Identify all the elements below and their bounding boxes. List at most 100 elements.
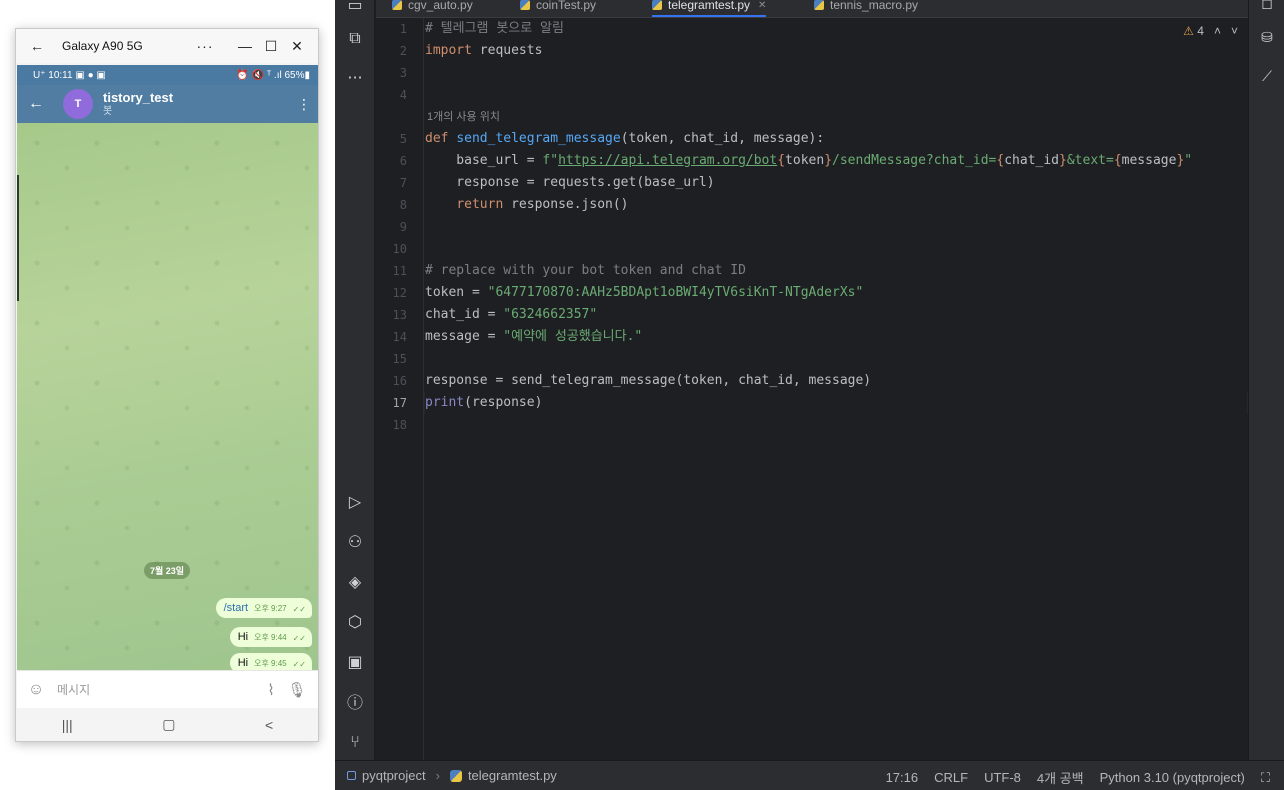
line-number: 10 bbox=[392, 242, 407, 256]
chevron-right-icon: › bbox=[435, 768, 440, 783]
python-interpreter[interactable]: Python 3.10 (pyqtproject) bbox=[1100, 770, 1245, 785]
line-number: 6 bbox=[399, 154, 407, 168]
message-text[interactable]: /start bbox=[224, 602, 248, 614]
code-line[interactable]: token = "6477170870:AAHz5BDApt1oBWI4yTV6… bbox=[425, 282, 863, 304]
tab-cgv-auto[interactable]: cgv_auto.py bbox=[392, 0, 473, 17]
status-left: U⁺ 10:11 ▣ ● ▣ bbox=[33, 69, 106, 81]
tab-telegramtest[interactable]: telegramtest.py ✕ bbox=[652, 0, 767, 17]
screen: ← Galaxy A90 5G ··· — ☐ ✕ U⁺ 10:11 ▣ ● ▣… bbox=[0, 0, 1284, 790]
inspection-widget[interactable]: ⚠ 4 ˄ ˅ bbox=[1183, 24, 1238, 38]
line-number: 18 bbox=[392, 418, 407, 432]
chevron-up-icon[interactable]: ˄ bbox=[1214, 24, 1221, 38]
sciview-icon[interactable]: ⟋ bbox=[1255, 65, 1279, 89]
code-line[interactable]: # replace with your bot token and chat I… bbox=[425, 260, 746, 282]
microphone-icon[interactable]: 🎙 bbox=[284, 681, 310, 699]
lock-icon[interactable]: ⛶ bbox=[1261, 770, 1270, 786]
terminal-icon[interactable]: ▣ bbox=[343, 649, 367, 673]
run-icon[interactable]: ▷ bbox=[343, 489, 367, 513]
services-icon[interactable]: ⬡ bbox=[343, 609, 367, 633]
message-bubble[interactable]: Hi 오후 9:44 ✓✓ bbox=[229, 627, 312, 647]
more-tools-icon[interactable]: ··· bbox=[343, 65, 367, 89]
line-number: 13 bbox=[392, 308, 407, 322]
caret-position[interactable]: 17:16 bbox=[886, 770, 919, 785]
usage-hint[interactable]: 1개의 사용 위치 bbox=[427, 106, 500, 128]
notifications-icon[interactable]: ◻ bbox=[1255, 0, 1279, 16]
code-line[interactable]: def send_telegram_message(token, chat_id… bbox=[425, 128, 824, 150]
line-number: 14 bbox=[392, 330, 407, 344]
message-time: 오후 9:45 bbox=[254, 659, 287, 668]
scroll-edge bbox=[17, 175, 19, 301]
code-line[interactable]: response = send_telegram_message(token, … bbox=[425, 370, 871, 392]
status-right: ⏰ 🔇 ᵀ .ıl 65%▮ bbox=[236, 69, 310, 81]
message-time: 오후 9:27 bbox=[254, 604, 287, 613]
warning-count-value: 4 bbox=[1197, 24, 1204, 38]
close-tab-icon[interactable]: ✕ bbox=[758, 0, 766, 11]
close-icon[interactable]: ✕ bbox=[284, 33, 310, 59]
code-line[interactable]: base_url = f"https://api.telegram.org/bo… bbox=[425, 150, 1192, 172]
maximize-icon[interactable]: ☐ bbox=[258, 33, 284, 59]
message-input-bar: ☺ 메시지 ⌇ 🎙 bbox=[17, 670, 318, 708]
line-number: 3 bbox=[399, 66, 407, 80]
recents-button[interactable]: ||| bbox=[62, 717, 73, 733]
database-icon[interactable]: ⛁ bbox=[1255, 26, 1279, 50]
line-number: 1 bbox=[399, 22, 407, 36]
emoji-icon[interactable]: ☺ bbox=[25, 679, 47, 701]
code-line[interactable]: # 텔레그램 봇으로 알림 bbox=[425, 18, 564, 40]
message-bubble[interactable]: Hi 오후 9:45 ✓✓ bbox=[229, 653, 312, 670]
chat-subtitle: 봇 bbox=[103, 105, 113, 117]
ide-window: ▭ ⧉ ··· ▷ ⚇ ◈ ⬡ ▣ ⓘ ⑂ ◻ ⛁ ⟋ cgv_auto.py … bbox=[335, 0, 1284, 790]
kebab-menu-icon[interactable]: ⋮ bbox=[290, 96, 318, 113]
minimize-icon[interactable]: — bbox=[232, 33, 258, 59]
chevron-down-icon[interactable]: ˅ bbox=[1231, 24, 1238, 38]
read-check-icon: ✓✓ bbox=[292, 660, 306, 669]
tab-tennis-macro[interactable]: tennis_macro.py bbox=[814, 0, 918, 17]
line-separator[interactable]: CRLF bbox=[934, 770, 968, 785]
chat-header: ← T tistory_test 봇 ⋮ bbox=[17, 85, 318, 123]
back-button[interactable]: < bbox=[265, 717, 273, 733]
home-button[interactable]: ▢ bbox=[162, 716, 175, 733]
code-line[interactable]: chat_id = "6324662357" bbox=[425, 304, 597, 326]
layers-icon[interactable]: ◈ bbox=[343, 569, 367, 593]
indent-setting[interactable]: 4개 공백 bbox=[1037, 768, 1084, 787]
line-number: 15 bbox=[392, 352, 407, 366]
tab-cointest[interactable]: coinTest.py bbox=[520, 0, 596, 17]
tab-label: coinTest.py bbox=[536, 0, 597, 12]
code-editor[interactable]: 1개의 사용 위치 # 텔레그램 봇으로 알림 import requests de… bbox=[425, 18, 1247, 760]
breadcrumb-project[interactable]: pyqtproject bbox=[362, 768, 426, 783]
python-file-icon bbox=[449, 769, 462, 782]
attach-icon[interactable]: ⌇ bbox=[258, 681, 284, 699]
python-console-icon[interactable]: ⚇ bbox=[343, 529, 367, 553]
code-line[interactable]: print(response) bbox=[425, 392, 542, 414]
file-encoding[interactable]: UTF-8 bbox=[984, 770, 1021, 785]
left-tool-strip: ▭ ⧉ ··· ▷ ⚇ ◈ ⬡ ▣ ⓘ ⑂ bbox=[335, 0, 375, 760]
avatar[interactable]: T bbox=[63, 89, 93, 119]
structure-icon[interactable]: ⧉ bbox=[343, 26, 367, 50]
breadcrumb-file[interactable]: telegramtest.py bbox=[468, 768, 557, 783]
message-text: Hi bbox=[237, 631, 249, 643]
line-number: 8 bbox=[399, 198, 407, 212]
line-number: 11 bbox=[392, 264, 407, 278]
problems-icon[interactable]: ⓘ bbox=[343, 689, 367, 713]
back-arrow-icon[interactable]: ← bbox=[17, 95, 55, 113]
back-arrow-icon[interactable]: ← bbox=[24, 33, 50, 59]
message-bubble[interactable]: /start 오후 9:27 ✓✓ bbox=[215, 598, 312, 618]
phone-status-bar: U⁺ 10:11 ▣ ● ▣ ⏰ 🔇 ᵀ .ıl 65%▮ bbox=[17, 65, 318, 85]
tab-label: cgv_auto.py bbox=[408, 0, 473, 12]
code-line[interactable]: return response.json() bbox=[425, 194, 628, 216]
chat-title[interactable]: tistory_test 봇 bbox=[103, 91, 290, 117]
message-input[interactable]: 메시지 bbox=[57, 681, 258, 698]
code-line[interactable]: response = requests.get(base_url) bbox=[425, 172, 714, 194]
code-line[interactable]: import requests bbox=[425, 40, 542, 62]
read-check-icon: ✓✓ bbox=[292, 634, 306, 643]
window-titlebar: ← Galaxy A90 5G ··· — ☐ ✕ bbox=[16, 29, 318, 63]
code-line[interactable]: message = "예약에 성공했습니다." bbox=[425, 326, 642, 348]
project-icon[interactable]: ▭ bbox=[343, 0, 367, 16]
warning-count[interactable]: ⚠ 4 bbox=[1183, 24, 1204, 38]
more-options-icon[interactable]: ··· bbox=[192, 33, 218, 59]
date-chip: 7월 23일 bbox=[144, 562, 191, 579]
window-title: Galaxy A90 5G bbox=[62, 39, 143, 53]
git-icon[interactable]: ⑂ bbox=[343, 729, 367, 753]
phone-screen: U⁺ 10:11 ▣ ● ▣ ⏰ 🔇 ᵀ .ıl 65%▮ ← T tistor… bbox=[17, 65, 318, 741]
android-nav-bar: ||| ▢ < bbox=[17, 708, 318, 741]
python-file-icon bbox=[814, 0, 824, 10]
